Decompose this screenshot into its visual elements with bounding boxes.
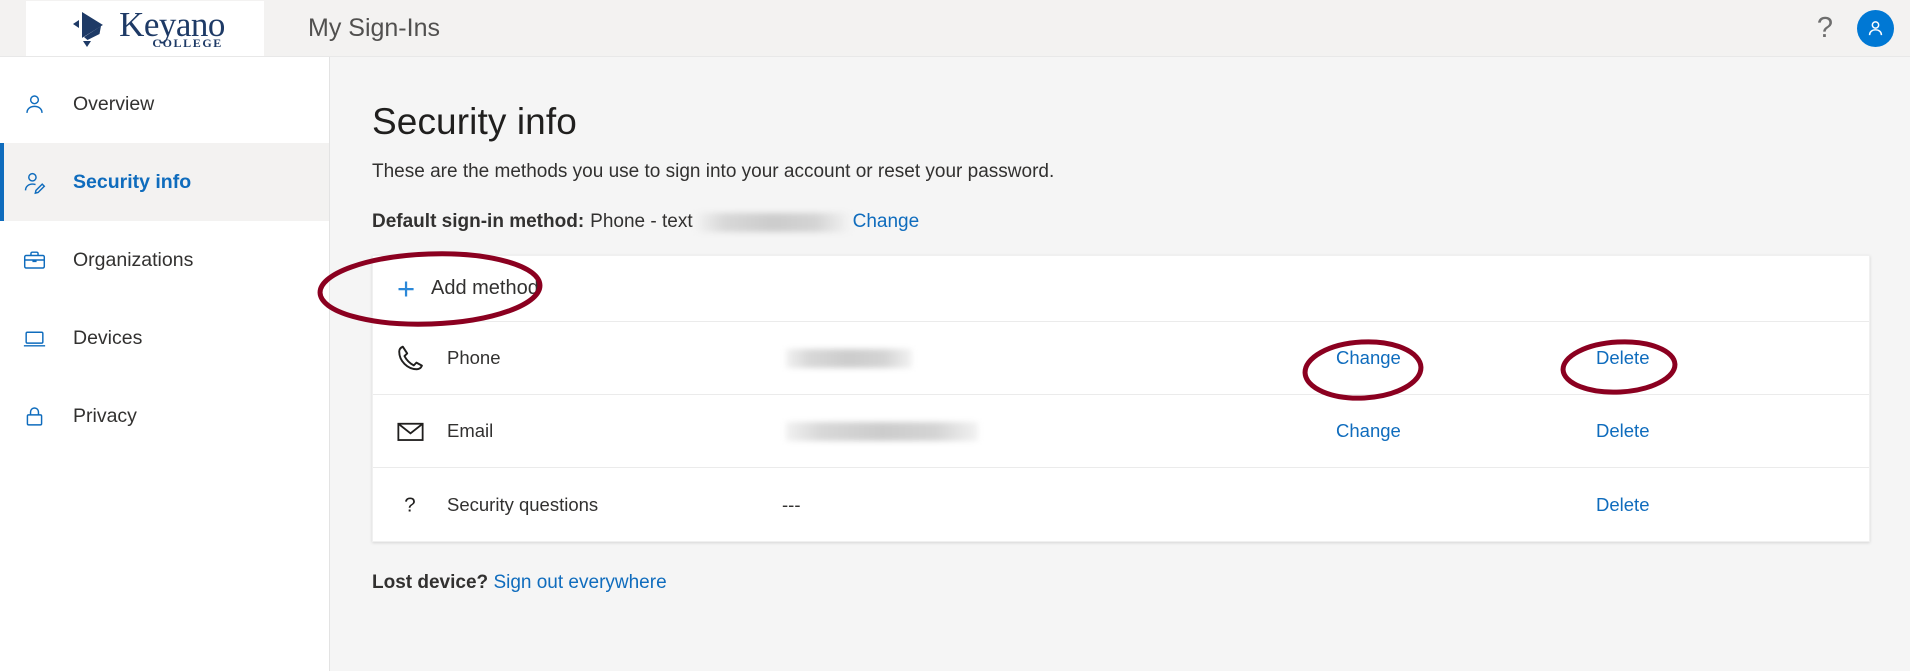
question-mark-icon: ? bbox=[373, 491, 447, 519]
method-value bbox=[782, 349, 1202, 368]
method-name: Email bbox=[447, 420, 782, 442]
security-questions-delete-link[interactable]: Delete bbox=[1596, 494, 1649, 516]
sidebar-nav: Overview Security info Organizations bbox=[0, 57, 330, 671]
person-icon bbox=[22, 92, 52, 117]
app-header: Keyano COLLEGE My Sign-Ins ? bbox=[0, 0, 1910, 57]
sidebar-item-label: Overview bbox=[73, 93, 154, 116]
phone-delete-link[interactable]: Delete bbox=[1596, 347, 1649, 369]
default-method-label: Default sign-in method: bbox=[372, 211, 584, 233]
help-question-icon[interactable]: ? bbox=[1817, 14, 1833, 43]
sidebar-item-devices[interactable]: Devices bbox=[0, 299, 329, 377]
account-person-icon bbox=[1865, 18, 1886, 39]
laptop-icon bbox=[22, 326, 52, 351]
sidebar-item-overview[interactable]: Overview bbox=[0, 65, 329, 143]
body-wrapper: Overview Security info Organizations bbox=[0, 57, 1910, 671]
lost-device-prompt: Lost device? bbox=[372, 572, 488, 593]
method-value: --- bbox=[782, 494, 1202, 516]
sidebar-item-organizations[interactable]: Organizations bbox=[0, 221, 329, 299]
briefcase-icon bbox=[22, 248, 52, 273]
method-value bbox=[782, 422, 1202, 441]
header-actions: ? bbox=[1817, 0, 1894, 57]
phone-change-link[interactable]: Change bbox=[1336, 347, 1401, 369]
main-content: Security info These are the methods you … bbox=[330, 57, 1910, 671]
method-name: Security questions bbox=[447, 494, 782, 516]
person-edit-icon bbox=[22, 170, 52, 195]
page-description: These are the methods you use to sign in… bbox=[372, 161, 1910, 183]
envelope-icon bbox=[373, 416, 447, 447]
sidebar-item-label: Organizations bbox=[73, 249, 193, 272]
plus-icon: + bbox=[389, 273, 423, 304]
default-method-change-link[interactable]: Change bbox=[853, 211, 920, 233]
sidebar-item-security-info[interactable]: Security info bbox=[0, 143, 329, 221]
lost-device-row: Lost device? Sign out everywhere bbox=[372, 572, 1910, 594]
page-title: Security info bbox=[372, 101, 1910, 143]
logo-subtitle: COLLEGE bbox=[152, 37, 223, 49]
email-change-link[interactable]: Change bbox=[1336, 420, 1401, 442]
redacted-email-value bbox=[786, 422, 978, 441]
sidebar-item-privacy[interactable]: Privacy bbox=[0, 377, 329, 455]
security-methods-card: + Add method Phone Change bbox=[372, 255, 1870, 542]
keyano-sail-mark-icon bbox=[65, 8, 111, 48]
lock-icon bbox=[22, 404, 52, 429]
redacted-phone-value bbox=[786, 349, 912, 368]
phone-icon bbox=[373, 342, 447, 375]
table-row: ? Security questions --- Delete bbox=[373, 468, 1869, 541]
default-signin-method-row: Default sign-in method: Phone - text Cha… bbox=[372, 211, 1910, 233]
svg-text:?: ? bbox=[404, 493, 415, 516]
sidebar-item-label: Privacy bbox=[73, 405, 137, 428]
add-method-button[interactable]: + Add method bbox=[373, 256, 1869, 322]
default-method-value: Phone - text bbox=[590, 211, 692, 233]
sidebar-item-label: Security info bbox=[73, 171, 191, 194]
app-title: My Sign-Ins bbox=[308, 14, 440, 43]
redacted-phone-number bbox=[697, 213, 849, 232]
add-method-label: Add method bbox=[431, 277, 539, 300]
account-avatar[interactable] bbox=[1857, 10, 1894, 47]
method-name: Phone bbox=[447, 347, 782, 369]
sign-out-everywhere-link[interactable]: Sign out everywhere bbox=[493, 572, 666, 593]
email-delete-link[interactable]: Delete bbox=[1596, 420, 1649, 442]
sidebar-item-label: Devices bbox=[73, 327, 142, 350]
table-row: Phone Change Delete bbox=[373, 322, 1869, 395]
table-row: Email Change Delete bbox=[373, 395, 1869, 468]
keyano-college-logo: Keyano COLLEGE bbox=[26, 1, 264, 56]
